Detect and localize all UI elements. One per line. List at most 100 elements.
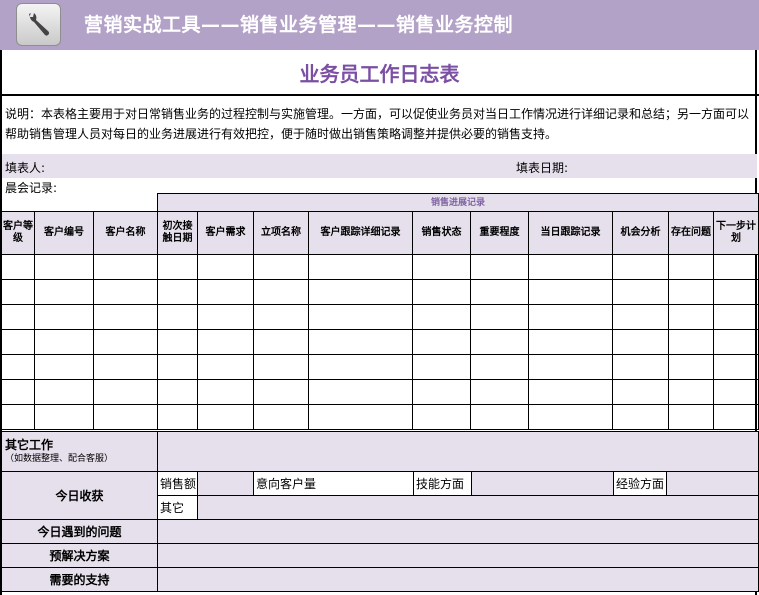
table-cell[interactable] — [253, 404, 310, 430]
table-cell[interactable] — [34, 254, 94, 280]
table-cell[interactable] — [157, 354, 199, 380]
table-cell[interactable] — [612, 254, 670, 280]
table-cell[interactable] — [713, 354, 759, 380]
table-cell[interactable] — [308, 254, 414, 280]
table-cell[interactable] — [34, 279, 94, 305]
table-cell[interactable] — [713, 304, 759, 330]
table-cell[interactable] — [412, 254, 472, 280]
sales-input[interactable] — [197, 471, 254, 496]
table-cell[interactable] — [470, 279, 530, 305]
solutions-input[interactable] — [156, 543, 759, 568]
other-input[interactable] — [196, 495, 759, 520]
table-cell[interactable] — [668, 354, 715, 380]
table-cell[interactable] — [308, 404, 414, 430]
experience-input[interactable] — [665, 471, 759, 496]
table-cell[interactable] — [157, 329, 199, 355]
table-cell[interactable] — [92, 379, 159, 405]
table-cell[interactable] — [197, 354, 255, 380]
table-cell[interactable] — [92, 279, 159, 305]
table-cell[interactable] — [412, 329, 472, 355]
table-cell[interactable] — [34, 379, 94, 405]
table-cell[interactable] — [1, 404, 35, 430]
table-cell[interactable] — [157, 254, 199, 280]
table-cell[interactable] — [197, 279, 255, 305]
table-cell[interactable] — [308, 354, 414, 380]
table-cell[interactable] — [713, 279, 759, 305]
table-cell[interactable] — [470, 379, 530, 405]
tool-button[interactable] — [16, 3, 61, 46]
table-cell[interactable] — [253, 354, 310, 380]
table-cell[interactable] — [412, 379, 472, 405]
table-cell[interactable] — [668, 254, 715, 280]
table-cell[interactable] — [1, 304, 35, 330]
table-cell[interactable] — [197, 329, 255, 355]
table-cell[interactable] — [412, 279, 472, 305]
table-cell[interactable] — [1, 254, 35, 280]
table-cell[interactable] — [612, 329, 670, 355]
table-cell[interactable] — [34, 404, 94, 430]
table-cell[interactable] — [157, 379, 199, 405]
table-cell[interactable] — [713, 254, 759, 280]
table-cell[interactable] — [412, 304, 472, 330]
table-cell[interactable] — [668, 404, 715, 430]
table-cell[interactable] — [308, 304, 414, 330]
table-cell[interactable] — [470, 354, 530, 380]
table-cell[interactable] — [528, 379, 614, 405]
table-cell[interactable] — [668, 329, 715, 355]
table-cell[interactable] — [197, 404, 255, 430]
table-cell[interactable] — [157, 404, 199, 430]
table-cell[interactable] — [612, 354, 670, 380]
table-cell[interactable] — [470, 404, 530, 430]
table-cell[interactable] — [1, 354, 35, 380]
table-cell[interactable] — [713, 404, 759, 430]
table-cell[interactable] — [713, 329, 759, 355]
table-cell[interactable] — [528, 304, 614, 330]
table-cell[interactable] — [253, 304, 310, 330]
table-cell[interactable] — [528, 279, 614, 305]
table-cell[interactable] — [528, 404, 614, 430]
support-input[interactable] — [156, 567, 759, 592]
table-cell[interactable] — [713, 379, 759, 405]
other-work-input[interactable] — [156, 431, 759, 472]
table-cell[interactable] — [253, 279, 310, 305]
table-cell[interactable] — [157, 279, 199, 305]
table-cell[interactable] — [92, 254, 159, 280]
table-cell[interactable] — [157, 304, 199, 330]
table-cell[interactable] — [34, 329, 94, 355]
table-cell[interactable] — [92, 404, 159, 430]
table-cell[interactable] — [308, 329, 414, 355]
table-cell[interactable] — [253, 329, 310, 355]
table-cell[interactable] — [668, 304, 715, 330]
table-cell[interactable] — [470, 329, 530, 355]
table-cell[interactable] — [92, 354, 159, 380]
table-cell[interactable] — [92, 304, 159, 330]
table-cell[interactable] — [253, 379, 310, 405]
table-cell[interactable] — [612, 404, 670, 430]
table-cell[interactable] — [34, 304, 94, 330]
table-cell[interactable] — [1, 329, 35, 355]
table-cell[interactable] — [470, 304, 530, 330]
table-cell[interactable] — [34, 354, 94, 380]
table-cell[interactable] — [612, 379, 670, 405]
table-cell[interactable] — [1, 379, 35, 405]
skill-input[interactable] — [471, 471, 614, 496]
table-cell[interactable] — [668, 279, 715, 305]
table-cell[interactable] — [668, 379, 715, 405]
table-cell[interactable] — [308, 279, 414, 305]
table-cell[interactable] — [308, 379, 414, 405]
table-cell[interactable] — [197, 379, 255, 405]
problems-input[interactable] — [156, 519, 759, 544]
table-cell[interactable] — [197, 304, 255, 330]
table-cell[interactable] — [470, 254, 530, 280]
table-cell[interactable] — [1, 279, 35, 305]
table-cell[interactable] — [528, 329, 614, 355]
table-cell[interactable] — [412, 354, 472, 380]
table-cell[interactable] — [197, 254, 255, 280]
table-cell[interactable] — [612, 279, 670, 305]
table-cell[interactable] — [253, 254, 310, 280]
table-cell[interactable] — [92, 329, 159, 355]
table-cell[interactable] — [412, 404, 472, 430]
table-cell[interactable] — [528, 354, 614, 380]
table-cell[interactable] — [612, 304, 670, 330]
table-cell[interactable] — [528, 254, 614, 280]
